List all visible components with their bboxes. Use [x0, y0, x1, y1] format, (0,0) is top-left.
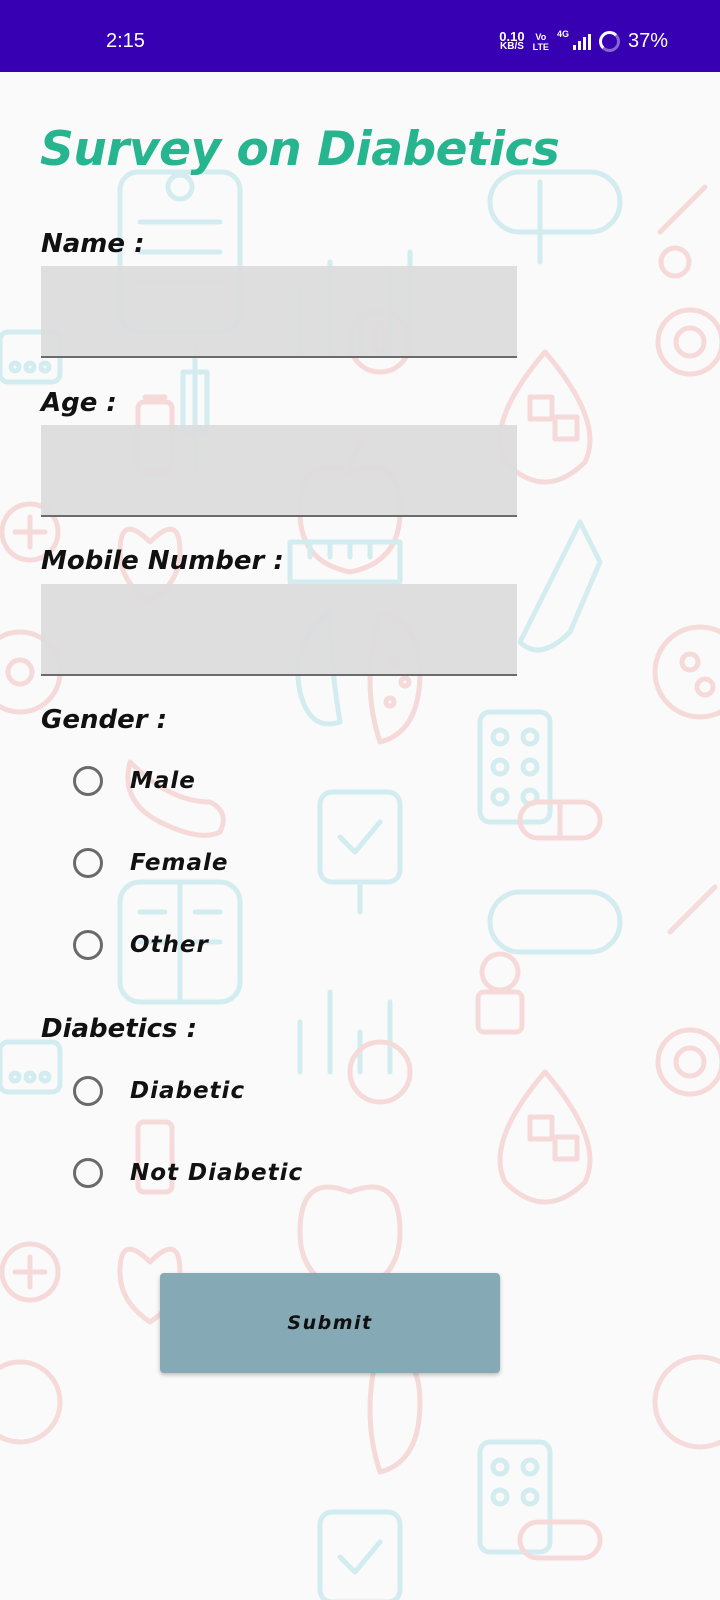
radio-button-icon[interactable] [73, 766, 103, 796]
name-label: Name : [41, 229, 145, 259]
signal-strength-icon [572, 33, 591, 50]
glucometer-icon [317, 789, 403, 915]
radio-diabetic[interactable]: Diabetic [73, 1076, 245, 1106]
volte-icon: Vo LTE [533, 32, 549, 52]
radio-button-icon[interactable] [73, 930, 103, 960]
radio-male[interactable]: Male [73, 766, 196, 796]
status-time: 2:15 [106, 30, 145, 52]
glucose-monitor-icon-2 [0, 1039, 63, 1095]
radio-label: Male [130, 768, 196, 794]
battery-percentage: 37% [627, 30, 668, 52]
page-title: Survey on Diabetics [40, 122, 560, 177]
radio-label: Other [130, 932, 209, 958]
status-bar: 2:15 0.10 KB/S Vo LTE 4G 37% [0, 0, 720, 72]
radio-not-diabetic[interactable]: Not Diabetic [73, 1158, 303, 1188]
radio-button-icon[interactable] [73, 1076, 103, 1106]
radio-other[interactable]: Other [73, 930, 209, 960]
pill-pack-icon [477, 709, 553, 825]
radio-button-icon[interactable] [73, 1158, 103, 1188]
network-type: 4G [556, 28, 569, 39]
mobile-number-input[interactable] [41, 584, 517, 676]
volte-top: Vo [535, 31, 547, 42]
age-input[interactable] [41, 425, 517, 517]
radio-female[interactable]: Female [73, 848, 229, 878]
status-icons: 0.10 KB/S Vo LTE 4G 37% [499, 28, 668, 53]
diabetics-label: Diabetics : [41, 1014, 197, 1044]
hand-icon-2 [487, 889, 623, 955]
syringe-icon-top [655, 184, 720, 377]
network-speed-value: 0.10 [499, 28, 525, 44]
pill-pack-icon-2 [477, 1439, 553, 1555]
radio-label: Not Diabetic [130, 1160, 304, 1186]
volte-bottom: LTE [532, 41, 549, 52]
network-speed-unit: KB/S [500, 40, 524, 52]
radio-label: Female [130, 850, 229, 876]
battery-icon [598, 31, 620, 52]
submit-button[interactable]: Submit [160, 1273, 500, 1373]
radio-label: Diabetic [130, 1078, 246, 1104]
gender-label: Gender : [41, 705, 168, 735]
glucose-drop-icon-2 [497, 1069, 593, 1205]
target-icon [655, 1027, 720, 1097]
radio-button-icon[interactable] [73, 848, 103, 878]
age-label: Age : [41, 388, 117, 418]
name-input[interactable] [41, 266, 517, 358]
mobile-number-label: Mobile Number : [41, 546, 284, 576]
network-speed-indicator: 0.10 KB/S [499, 28, 525, 52]
finger-test-icon [517, 519, 603, 653]
syringe-icon-2 [475, 884, 718, 1035]
chart-icon-2 [297, 989, 393, 1075]
glucometer-icon-2 [317, 1509, 403, 1600]
hand-icon [487, 169, 623, 265]
